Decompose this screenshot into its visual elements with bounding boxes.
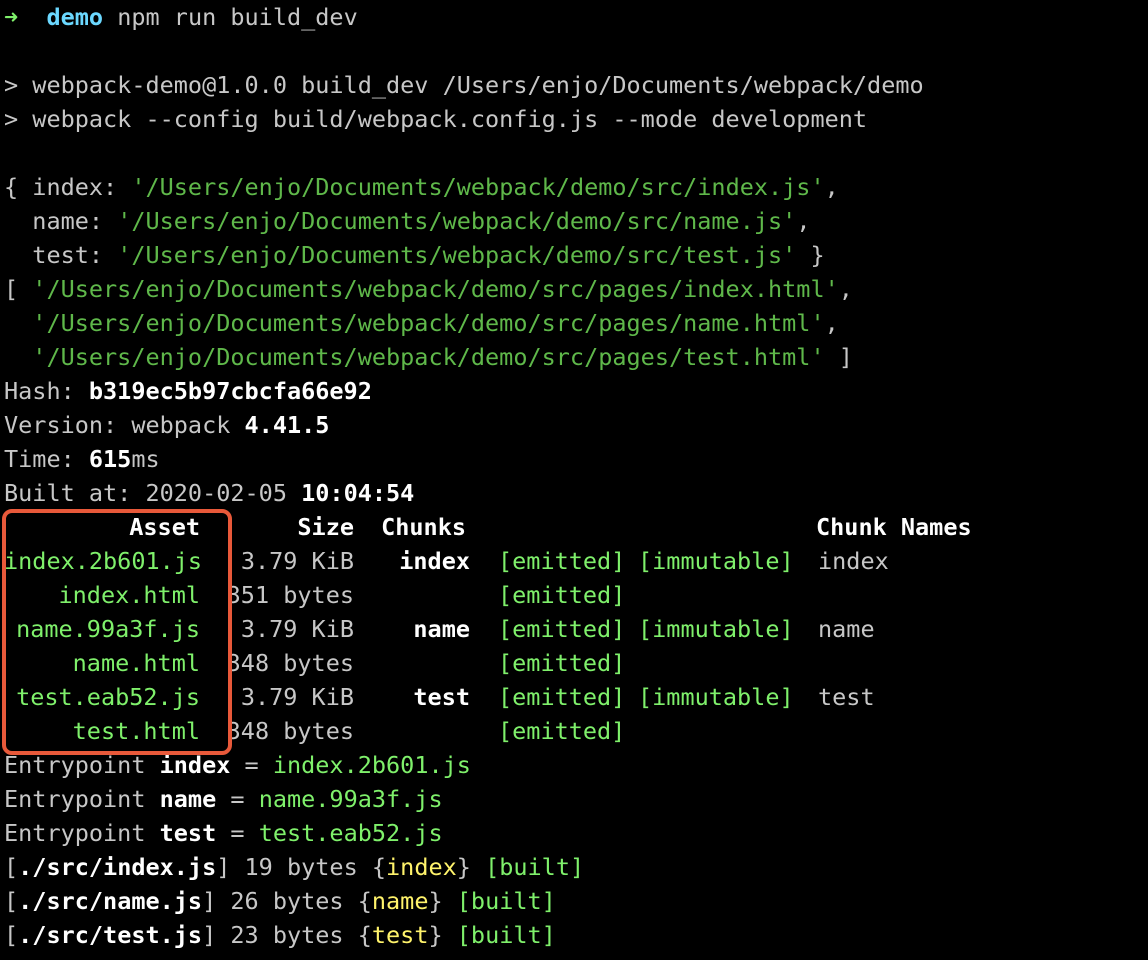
module-chunk: name — [371, 887, 429, 915]
prompt-line: ➜ demo npm run build_dev — [4, 0, 1144, 34]
built-flag: [built] — [456, 921, 556, 949]
entrypoint-file: test.eab52.js — [258, 819, 443, 847]
asset-chunk — [354, 646, 470, 680]
header-chunk-names: Chunk Names — [816, 513, 972, 541]
chunk-name: name — [818, 615, 875, 643]
page-path: '/Users/enjo/Documents/webpack/demo/src/… — [32, 309, 825, 337]
version-line: Version: webpack 4.41.5 — [4, 411, 330, 439]
table-row: name.99a3f.js 3.79 KiB name [emitted] [i… — [4, 612, 1144, 646]
built-flag: [built] — [456, 887, 556, 915]
built-at-line: Built at: 2020-02-05 10:04:54 — [4, 479, 415, 507]
asset-size: 3.79 KiB — [240, 683, 354, 711]
asset-size: 348 bytes — [226, 717, 354, 745]
asset-name: test.eab52.js — [16, 683, 200, 711]
table-row: name.html 348 bytes [emitted] — [4, 646, 1144, 680]
asset-name: index.html — [58, 581, 200, 609]
page-line: [ '/Users/enjo/Documents/webpack/demo/sr… — [4, 275, 853, 303]
table-row: index.2b601.js 3.79 KiB index [emitted] … — [4, 544, 1144, 578]
header-asset: Asset — [129, 513, 200, 541]
module-line: [./src/name.js] 26 bytes {name} [built] — [4, 887, 556, 915]
entry-key: index: — [32, 173, 132, 201]
version-value: 4.41.5 — [244, 411, 330, 439]
immutable-flag: [immutable] — [638, 615, 794, 643]
built-flag: [built] — [485, 853, 585, 881]
asset-chunk — [354, 578, 470, 612]
prompt-directory: demo — [46, 3, 104, 31]
asset-chunk: index — [399, 547, 470, 575]
emitted-flag: [emitted] — [498, 717, 626, 745]
asset-size: 3.79 KiB — [240, 615, 354, 643]
entry-line: { index: '/Users/enjo/Documents/webpack/… — [4, 173, 839, 201]
hash-line: Hash: b319ec5b97cbcfa66e92 — [4, 377, 372, 405]
module-chunk: index — [386, 853, 457, 881]
module-path: ./src/name.js — [18, 887, 203, 915]
page-line: '/Users/enjo/Documents/webpack/demo/src/… — [32, 343, 853, 371]
script-line: > webpack --config build/webpack.config.… — [4, 105, 868, 133]
module-line: [./src/test.js] 23 bytes {test} [built] — [4, 921, 556, 949]
table-row: test.html 348 bytes [emitted] — [4, 714, 1144, 748]
asset-name: name.99a3f.js — [16, 615, 200, 643]
assets-header-row: Asset Size Chunks Chunk Names — [4, 510, 1144, 544]
entrypoint-name: index — [159, 751, 231, 779]
time-value: 615 — [88, 445, 132, 473]
module-line: [./src/index.js] 19 bytes {index} [built… — [4, 853, 585, 881]
entrypoint-line: Entrypoint test = test.eab52.js — [4, 819, 443, 847]
chunk-name: test — [818, 683, 875, 711]
emitted-flag: [emitted] — [498, 581, 626, 609]
terminal-output[interactable]: ➜ demo npm run build_dev > webpack-demo@… — [4, 0, 1144, 952]
emitted-flag: [emitted] — [498, 547, 626, 575]
immutable-flag — [638, 714, 818, 748]
entry-path: '/Users/enjo/Documents/webpack/demo/src/… — [131, 173, 825, 201]
entrypoint-line: Entrypoint name = name.99a3f.js — [4, 785, 443, 813]
chunk-name: index — [818, 547, 889, 575]
emitted-flag: [emitted] — [498, 615, 626, 643]
entry-path: '/Users/enjo/Documents/webpack/demo/src/… — [117, 241, 797, 269]
asset-chunk: test — [413, 683, 470, 711]
asset-name: name.html — [72, 649, 200, 677]
immutable-flag — [638, 646, 818, 680]
table-row: index.html 351 bytes [emitted] — [4, 578, 1144, 612]
module-path: ./src/index.js — [18, 853, 217, 881]
entry-key: test: — [32, 241, 118, 269]
asset-size: 348 bytes — [226, 649, 354, 677]
built-time-value: 10:04:54 — [301, 479, 415, 507]
asset-size: 351 bytes — [226, 581, 354, 609]
entry-line: name: '/Users/enjo/Documents/webpack/dem… — [32, 207, 811, 235]
module-chunk: test — [371, 921, 429, 949]
prompt-arrow-icon: ➜ — [4, 3, 19, 31]
asset-name: index.2b601.js — [4, 547, 203, 575]
entry-path: '/Users/enjo/Documents/webpack/demo/src/… — [117, 207, 797, 235]
entrypoint-line: Entrypoint index = index.2b601.js — [4, 751, 471, 779]
time-line: Time: 615ms — [4, 445, 160, 473]
entrypoint-name: name — [159, 785, 217, 813]
emitted-flag: [emitted] — [498, 649, 626, 677]
entry-line: test: '/Users/enjo/Documents/webpack/dem… — [32, 241, 825, 269]
entrypoint-name: test — [159, 819, 217, 847]
asset-chunk: name — [413, 615, 470, 643]
entrypoint-file: name.99a3f.js — [258, 785, 443, 813]
page-path: '/Users/enjo/Documents/webpack/demo/src/… — [32, 343, 825, 371]
emitted-flag: [emitted] — [498, 683, 626, 711]
entry-key: name: — [32, 207, 118, 235]
page-path: '/Users/enjo/Documents/webpack/demo/src/… — [32, 275, 839, 303]
entrypoint-file: index.2b601.js — [272, 751, 471, 779]
immutable-flag: [immutable] — [638, 683, 794, 711]
header-size: Size — [297, 513, 354, 541]
asset-size: 3.79 KiB — [240, 547, 354, 575]
immutable-flag — [638, 578, 818, 612]
asset-chunk — [354, 714, 470, 748]
page-line: '/Users/enjo/Documents/webpack/demo/src/… — [32, 309, 839, 337]
script-line: > webpack-demo@1.0.0 build_dev /Users/en… — [4, 71, 924, 99]
asset-name: test.html — [72, 717, 200, 745]
immutable-flag: [immutable] — [638, 547, 794, 575]
module-path: ./src/test.js — [18, 921, 203, 949]
hash-value: b319ec5b97cbcfa66e92 — [88, 377, 372, 405]
prompt-command: npm run build_dev — [117, 3, 358, 31]
header-chunks: Chunks — [381, 513, 466, 541]
table-row: test.eab52.js 3.79 KiB test [emitted] [i… — [4, 680, 1144, 714]
